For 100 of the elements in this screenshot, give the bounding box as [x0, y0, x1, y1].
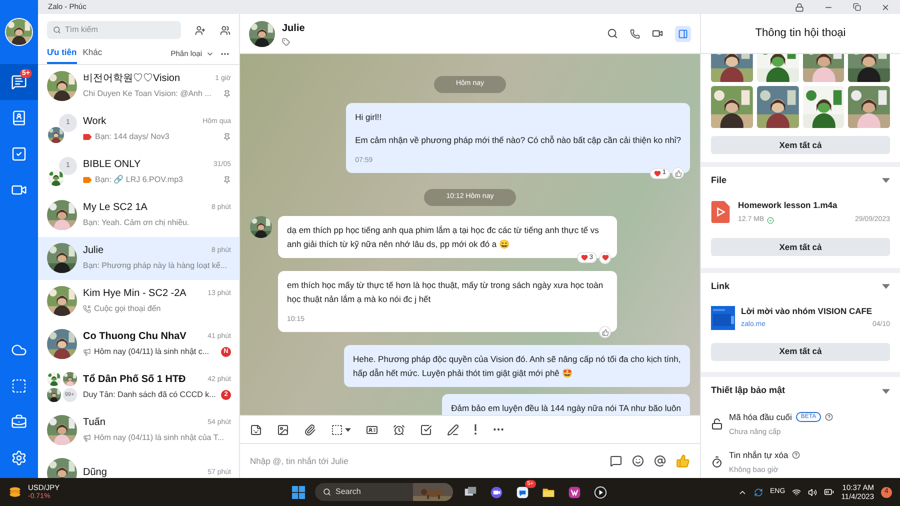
- contact-book-icon: [11, 110, 27, 126]
- windows-logo-icon[interactable]: [292, 486, 304, 498]
- caret-icon[interactable]: [882, 178, 890, 183]
- heart-icon: [602, 254, 608, 261]
- cloud-icon: [11, 342, 27, 358]
- contact-name: My Le SC2 1A: [83, 202, 148, 214]
- play-icon: [593, 484, 608, 500]
- settings-icon: [11, 450, 27, 466]
- sync-icon[interactable]: [754, 488, 764, 496]
- image-icon[interactable]: [277, 424, 289, 436]
- message-preview: Hôm nay (04/11) là sinh nhật c...: [94, 346, 210, 358]
- search-icon: [322, 488, 330, 496]
- message-preview: Hôm nay (04/11) là sinh nhật của T...: [94, 432, 225, 444]
- file-name: Homework lesson 1.m4a: [738, 199, 838, 212]
- section-title: Thiết lập bảo mật: [711, 384, 786, 398]
- contact-name: Tuấn: [83, 416, 106, 429]
- exclamation-icon[interactable]: [474, 424, 477, 435]
- contact-name: Work: [83, 116, 106, 128]
- side-panel-button[interactable]: [675, 26, 691, 42]
- taskbar-app[interactable]: [592, 484, 608, 500]
- thumbs-up-icon[interactable]: [676, 454, 690, 468]
- create-group-icon[interactable]: [220, 24, 230, 36]
- panel-title: Thông tin hội thoại: [755, 26, 846, 42]
- stopwatch-icon: [711, 456, 723, 468]
- emoji-icon[interactable]: [632, 455, 644, 467]
- taskbar-app[interactable]: [514, 484, 530, 500]
- mention-icon[interactable]: [654, 455, 666, 467]
- message-text: Đảm bảo em luyện đều là 144 ngày nữa nói TA như bão luôn: [451, 402, 681, 415]
- coins-icon: [8, 485, 22, 499]
- video-chat-icon: [489, 484, 504, 500]
- chat-icon: [11, 74, 27, 90]
- tag-icon[interactable]: [282, 38, 290, 46]
- chat-app-icon: [515, 484, 530, 500]
- video-camera-icon[interactable]: [652, 28, 663, 39]
- contact-name: Dũng: [83, 467, 107, 478]
- contact-name: 비전어학원♡♡Vision: [83, 72, 180, 85]
- taskbar-app[interactable]: [566, 484, 582, 500]
- view-all-button[interactable]: Xem tất cả: [711, 342, 890, 361]
- message-text: em thích học mấy từ thực tế hơn là học thuật, mấy từ trong sách ngày xưa học toàn học thuật nản lắm ạ mà ko nói đc j hết: [287, 278, 604, 306]
- view-all-button[interactable]: Xem tất cả: [711, 238, 890, 256]
- message-text: Em cảm nhận về phương pháp mới thế nào? Có chỗ nào bất cập cần cải thiện ko nhỉ?: [355, 134, 681, 146]
- paperclip-icon[interactable]: [304, 424, 316, 436]
- contact-card-icon[interactable]: [366, 424, 378, 436]
- text-format-icon[interactable]: [447, 424, 459, 436]
- link-title: Lời mời vào nhóm VISION CAFE: [741, 304, 874, 318]
- message-text: dạ em thích pp học tiếng anh qua phim lắm ạ tại học đc các từ tiếng anh thực tế vs anh giải thích từ kỹ nữa nên nhớ lâu ds, pp mới ok đó a 😄: [287, 224, 600, 250]
- downloaded-check-icon: [767, 216, 774, 224]
- checkbox-icon: [11, 146, 27, 162]
- contact-name: Tổ Dân Phố Số 1 HTĐ: [83, 374, 186, 386]
- message-input[interactable]: Nhập @, tin nhắn tới Julie: [250, 454, 600, 468]
- add-friend-icon[interactable]: [195, 24, 206, 36]
- search-label: Search: [336, 486, 362, 498]
- dashed-square-icon: [331, 424, 343, 436]
- thumbs-up-icon: [602, 328, 608, 336]
- like-button[interactable]: [599, 326, 611, 338]
- restore-icon[interactable]: [853, 3, 861, 11]
- sticker-icon[interactable]: [250, 424, 262, 436]
- message-text: Hehe. Phương pháp độc quyền của Vision đó. Anh sẽ nâng cấp nó tối đa cho kịch tính, hấp dẫn hết mức. Luyện phải thót tim giật giật mới phê 🤩: [353, 353, 681, 380]
- quick-message-icon[interactable]: [610, 455, 622, 467]
- section-title: Link: [711, 280, 730, 293]
- screenshot-button[interactable]: [331, 424, 351, 436]
- contact-name: Co Thuong Chu NhaV: [83, 330, 186, 343]
- help-icon[interactable]: [825, 413, 834, 422]
- search-field[interactable]: Tìm kiếm: [47, 21, 181, 39]
- taskbar-search[interactable]: Search: [314, 483, 452, 501]
- side-panel-icon: [678, 28, 688, 38]
- chat-title: Julie: [282, 22, 305, 36]
- alarm-clock-icon[interactable]: [393, 424, 405, 436]
- search-input[interactable]: Tìm kiếm: [65, 24, 175, 36]
- volume-icon[interactable]: [808, 488, 818, 496]
- message-preview: Bạn: 🔗 LRJ 6.POV.mp3: [95, 174, 184, 186]
- contact-name: Kim Hye Min - SC2 -2A: [83, 288, 186, 300]
- message-preview: Duy Tân: Danh sách đã có CCCD k...: [83, 388, 217, 401]
- thumbs-up-icon: [674, 170, 682, 176]
- caret-icon[interactable]: [882, 388, 890, 394]
- help-icon[interactable]: [792, 451, 800, 460]
- taskbar-app[interactable]: [488, 484, 504, 500]
- list-tab[interactable]: Khác: [82, 44, 102, 64]
- section-title: File: [711, 174, 727, 187]
- lock-icon[interactable]: [795, 2, 804, 12]
- document-app-icon: [567, 484, 582, 500]
- setting-label: Tin nhắn tự xóa: [729, 448, 788, 462]
- contact-name: BIBLE ONLY: [83, 158, 141, 171]
- message-preview: Bạn: 144 days/ Nov3: [95, 130, 170, 143]
- search-icon[interactable]: [607, 28, 618, 39]
- battery-icon[interactable]: [824, 487, 834, 497]
- audio-file-icon: [711, 201, 730, 224]
- unlocked-padlock-icon: [711, 418, 723, 430]
- view-all-button[interactable]: Xem tất cả: [711, 136, 890, 154]
- close-icon[interactable]: [881, 2, 890, 12]
- heart-icon: [581, 254, 588, 261]
- wifi-icon[interactable]: [792, 488, 802, 496]
- message-preview: Cuộc gọi thoại đến: [94, 302, 162, 315]
- search-icon: [53, 26, 61, 34]
- phone-icon[interactable]: [630, 28, 640, 38]
- caret-icon[interactable]: [882, 284, 890, 290]
- briefcase-icon: [11, 414, 27, 430]
- checkbox-icon[interactable]: [420, 424, 432, 436]
- like-button[interactable]: [672, 167, 684, 179]
- message-preview: Chi Duyen Ke Toan Vision: @Anh ...: [83, 88, 212, 100]
